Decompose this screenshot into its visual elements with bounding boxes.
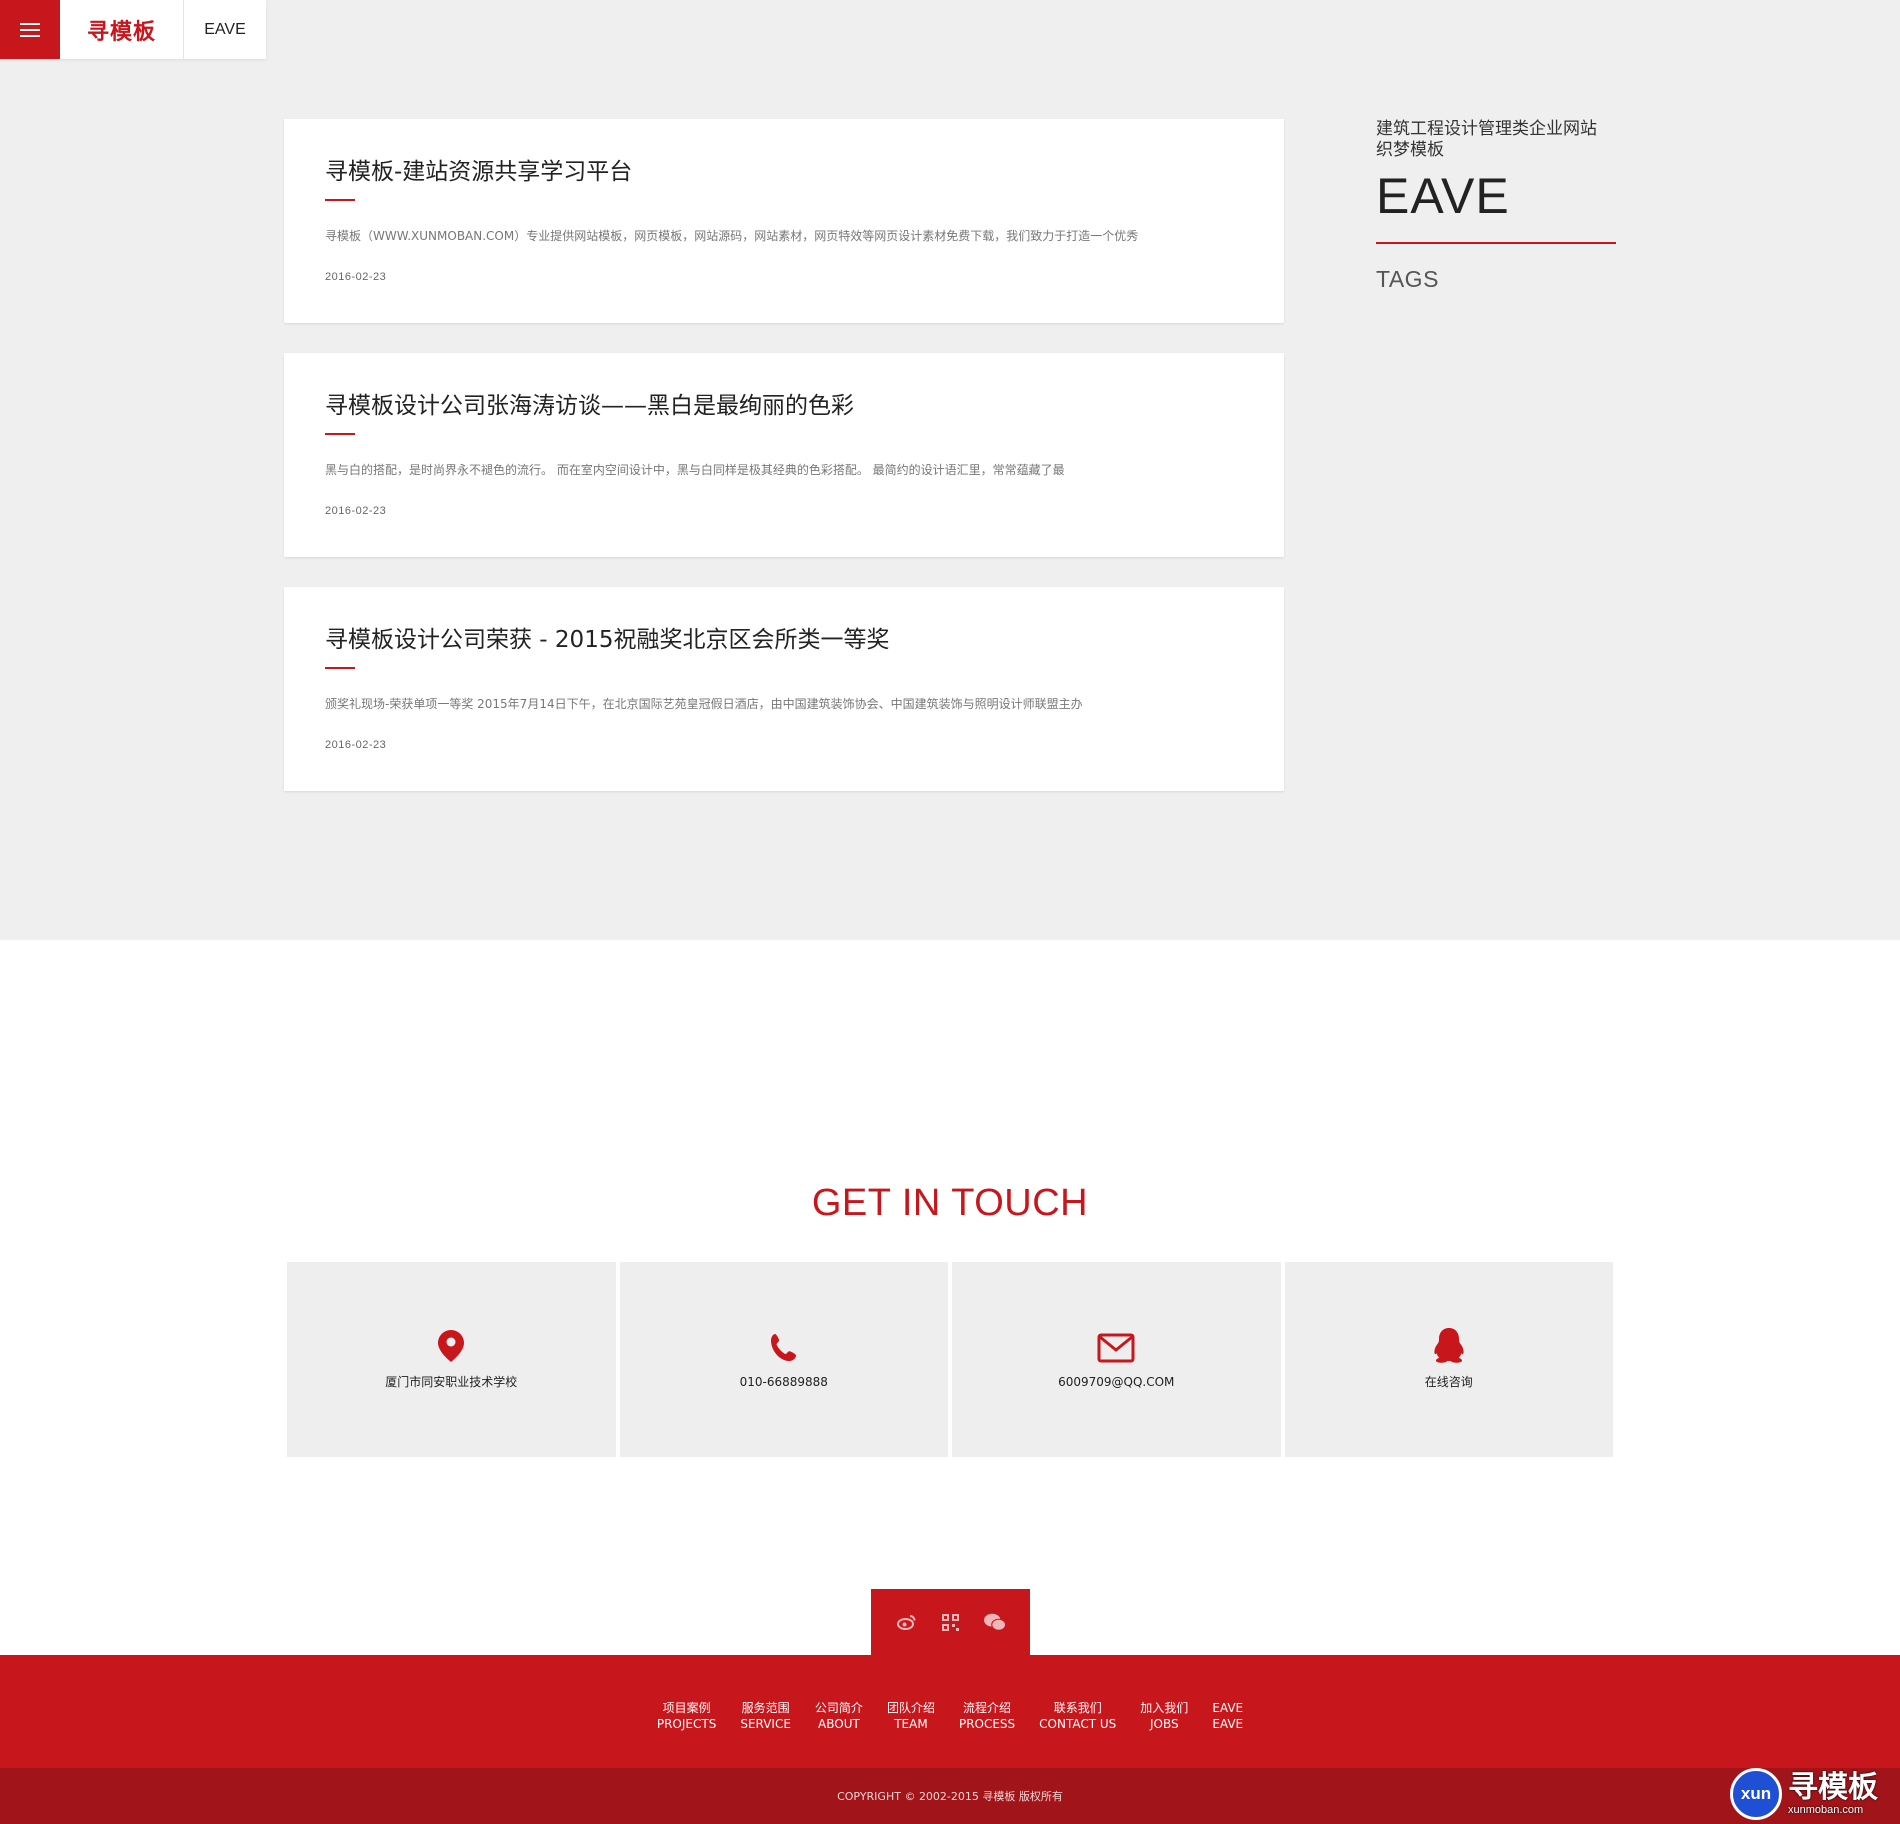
article-title[interactable]: 寻模板设计公司张海涛访谈——黑白是最绚丽的色彩 xyxy=(325,391,1244,421)
footer-link-en: PROCESS xyxy=(958,1717,1016,1731)
footer-link-cn: 项目案例 xyxy=(662,1701,711,1715)
footer-link-cn: 团队介绍 xyxy=(886,1701,935,1715)
badge-url: xunmoban.com xyxy=(1788,1803,1864,1816)
footer-link-en: CONTACT US xyxy=(1039,1717,1117,1731)
badge-brand: 寻模板 xyxy=(1788,1769,1878,1805)
footer-link-en: SERVICE xyxy=(740,1717,791,1731)
qq-icon xyxy=(1429,1328,1469,1363)
footer-link-cn: 加入我们 xyxy=(1140,1701,1189,1715)
sidebar-subtitle-line: 建筑工程设计管理类企业网站 xyxy=(1376,119,1597,139)
footer-link-cn: 流程介绍 xyxy=(963,1701,1012,1715)
social-tab xyxy=(871,1589,1030,1655)
article-title[interactable]: 寻模板设计公司荣获 - 2015祝融奖北京区会所类一等奖 xyxy=(325,625,1244,655)
mail-icon xyxy=(1097,1331,1135,1365)
footer-link-about[interactable]: 公司简介 ABOUT xyxy=(815,1700,863,1732)
footer-link-cn: 服务范围 xyxy=(741,1701,790,1715)
footer-link-en: JOBS xyxy=(1149,1717,1179,1731)
phone-icon xyxy=(768,1331,800,1365)
article-list: 寻模板-建站资源共享学习平台 寻模板（WWW.XUNMOBAN.COM）专业提供… xyxy=(284,119,1284,821)
copyright: COPYRIGHT © 2002-2015 寻模板 版权所有 xyxy=(0,1768,1900,1824)
footer-link-en: ABOUT xyxy=(818,1717,860,1731)
footer-link-jobs[interactable]: 加入我们 JOBS xyxy=(1140,1700,1188,1732)
footer-link-cn: 公司简介 xyxy=(814,1701,863,1715)
article-excerpt: 寻模板（WWW.XUNMOBAN.COM）专业提供网站模板，网页模板，网站源码，… xyxy=(325,229,1139,243)
watermark-badge: xun 寻模板 xunmoban.com xyxy=(1730,1763,1900,1824)
contact-grid: 厦门市同安职业技术学校 010-66889888 6009709@QQ.COM … xyxy=(287,1262,1613,1457)
article-date: 2016-02-23 xyxy=(325,505,387,517)
wechat-icon[interactable] xyxy=(983,1611,1006,1633)
contact-text: 6009709@QQ.COM xyxy=(1058,1374,1175,1389)
footer-link-en: PROJECTS xyxy=(656,1717,717,1731)
location-pin-icon xyxy=(438,1329,465,1363)
sidebar-subtitle: 建筑工程设计管理类企业网站 织梦模板 xyxy=(1376,119,1616,161)
qrcode-icon[interactable] xyxy=(940,1611,962,1633)
weibo-icon[interactable] xyxy=(896,1611,918,1633)
footer-link-en: TEAM xyxy=(894,1717,928,1731)
get-in-touch-heading: GET IN TOUCH xyxy=(811,1182,1089,1224)
footer-nav: 项目案例 PROJECTS 服务范围 SERVICE 公司简介 ABOUT 团队介绍 T… xyxy=(0,1655,1900,1732)
sidebar-title: EAVE xyxy=(1376,168,1510,224)
article-title[interactable]: 寻模板-建站资源共享学习平台 xyxy=(325,157,1244,187)
title-accent-line xyxy=(325,667,355,669)
footer-link-team[interactable]: 团队介绍 TEAM xyxy=(887,1700,935,1732)
footer-link-service[interactable]: 服务范围 SERVICE xyxy=(740,1700,791,1732)
contact-address[interactable]: 厦门市同安职业技术学校 xyxy=(287,1262,616,1457)
article-date: 2016-02-23 xyxy=(325,739,387,751)
footer-link-en: EAVE xyxy=(1212,1717,1244,1731)
contact-phone[interactable]: 010-66889888 xyxy=(619,1262,948,1457)
contact-qq[interactable]: 在线咨询 xyxy=(1284,1262,1613,1457)
badge-circle: xun xyxy=(1730,1767,1782,1820)
hamburger-icon xyxy=(20,22,40,37)
footer-link-eave[interactable]: EAVE EAVE xyxy=(1212,1700,1243,1732)
title-accent-line xyxy=(325,199,355,201)
sidebar: 建筑工程设计管理类企业网站 织梦模板 EAVE TAGS xyxy=(1376,119,1616,293)
footer-link-projects[interactable]: 项目案例 PROJECTS xyxy=(657,1700,716,1732)
contact-text: 在线咨询 xyxy=(1424,1375,1473,1389)
article-excerpt: 黑与白的搭配，是时尚界永不褪色的流行。 而在室内空间设计中，黑与白同样是极其经典… xyxy=(325,463,1065,477)
footer-link-cn: EAVE xyxy=(1212,1701,1244,1715)
title-accent-line xyxy=(325,433,355,435)
logo-text: 寻模板 xyxy=(86,19,156,45)
menu-button[interactable] xyxy=(0,0,60,59)
contact-text: 010-66889888 xyxy=(739,1374,828,1389)
sidebar-divider xyxy=(1376,242,1616,244)
contact-text: 厦门市同安职业技术学校 xyxy=(385,1375,518,1389)
article-card[interactable]: 寻模板设计公司荣获 - 2015祝融奖北京区会所类一等奖 颁奖礼现场-荣获单项一… xyxy=(284,587,1284,791)
tags-link[interactable]: TAGS xyxy=(1376,266,1616,293)
contact-email[interactable]: 6009709@QQ.COM xyxy=(952,1262,1281,1457)
logo[interactable]: 寻模板 xyxy=(60,0,184,59)
footer: 项目案例 PROJECTS 服务范围 SERVICE 公司简介 ABOUT 团队介绍 T… xyxy=(0,1655,1900,1768)
article-card[interactable]: 寻模板-建站资源共享学习平台 寻模板（WWW.XUNMOBAN.COM）专业提供… xyxy=(284,119,1284,323)
article-excerpt: 颁奖礼现场-荣获单项一等奖 2015年7月14日下午，在北京国际艺苑皇冠假日酒店… xyxy=(325,697,1083,711)
footer-link-process[interactable]: 流程介绍 PROCESS xyxy=(959,1700,1015,1732)
article-card[interactable]: 寻模板设计公司张海涛访谈——黑白是最绚丽的色彩 黑与白的搭配，是时尚界永不褪色的… xyxy=(284,353,1284,557)
site-name-link[interactable]: EAVE xyxy=(184,0,266,59)
sidebar-subtitle-line: 织梦模板 xyxy=(1376,140,1444,160)
top-header: 寻模板 EAVE xyxy=(0,0,266,59)
footer-link-contact[interactable]: 联系我们 CONTACT US xyxy=(1039,1700,1116,1732)
footer-link-cn: 联系我们 xyxy=(1053,1701,1102,1715)
article-date: 2016-02-23 xyxy=(325,271,387,283)
